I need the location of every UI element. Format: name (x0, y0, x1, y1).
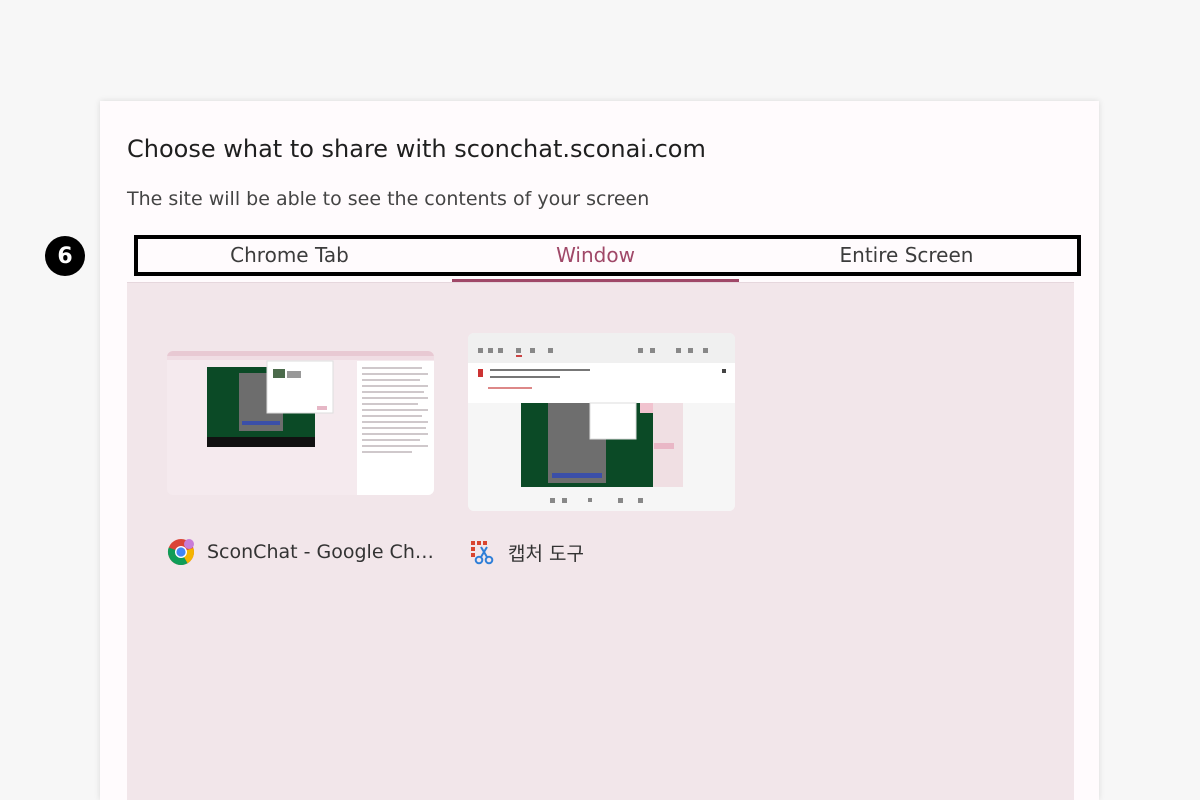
dialog-title: Choose what to share with sconchat.scona… (127, 135, 706, 163)
snipping-tool-icon (468, 538, 496, 566)
source-label-text: 캡처 도구 (508, 542, 584, 565)
dialog-subtitle: The site will be able to see the content… (127, 188, 650, 210)
tab-chrome-tab[interactable]: Chrome Tab (127, 239, 452, 282)
chrome-icon (167, 538, 195, 566)
share-dialog: Choose what to share with sconchat.scona… (100, 101, 1099, 800)
window-thumbnail (468, 333, 735, 511)
source-label-row: SconChat - Google Chr... (167, 538, 442, 566)
source-list: SconChat - Google Chr... 캡처 도구 (127, 282, 1074, 800)
source-label-row: 캡처 도구 (468, 538, 743, 566)
tab-window[interactable]: Window (452, 239, 739, 282)
tab-label: Chrome Tab (230, 243, 349, 267)
tab-bar: Chrome Tab Window Entire Screen (127, 239, 1074, 282)
window-thumbnail (167, 351, 434, 495)
tab-label: Window (556, 243, 635, 267)
tab-label: Entire Screen (839, 243, 974, 267)
tab-entire-screen[interactable]: Entire Screen (739, 239, 1074, 282)
step-number-badge: 6 (45, 236, 85, 276)
source-label-text: SconChat - Google Chr... (207, 541, 437, 563)
